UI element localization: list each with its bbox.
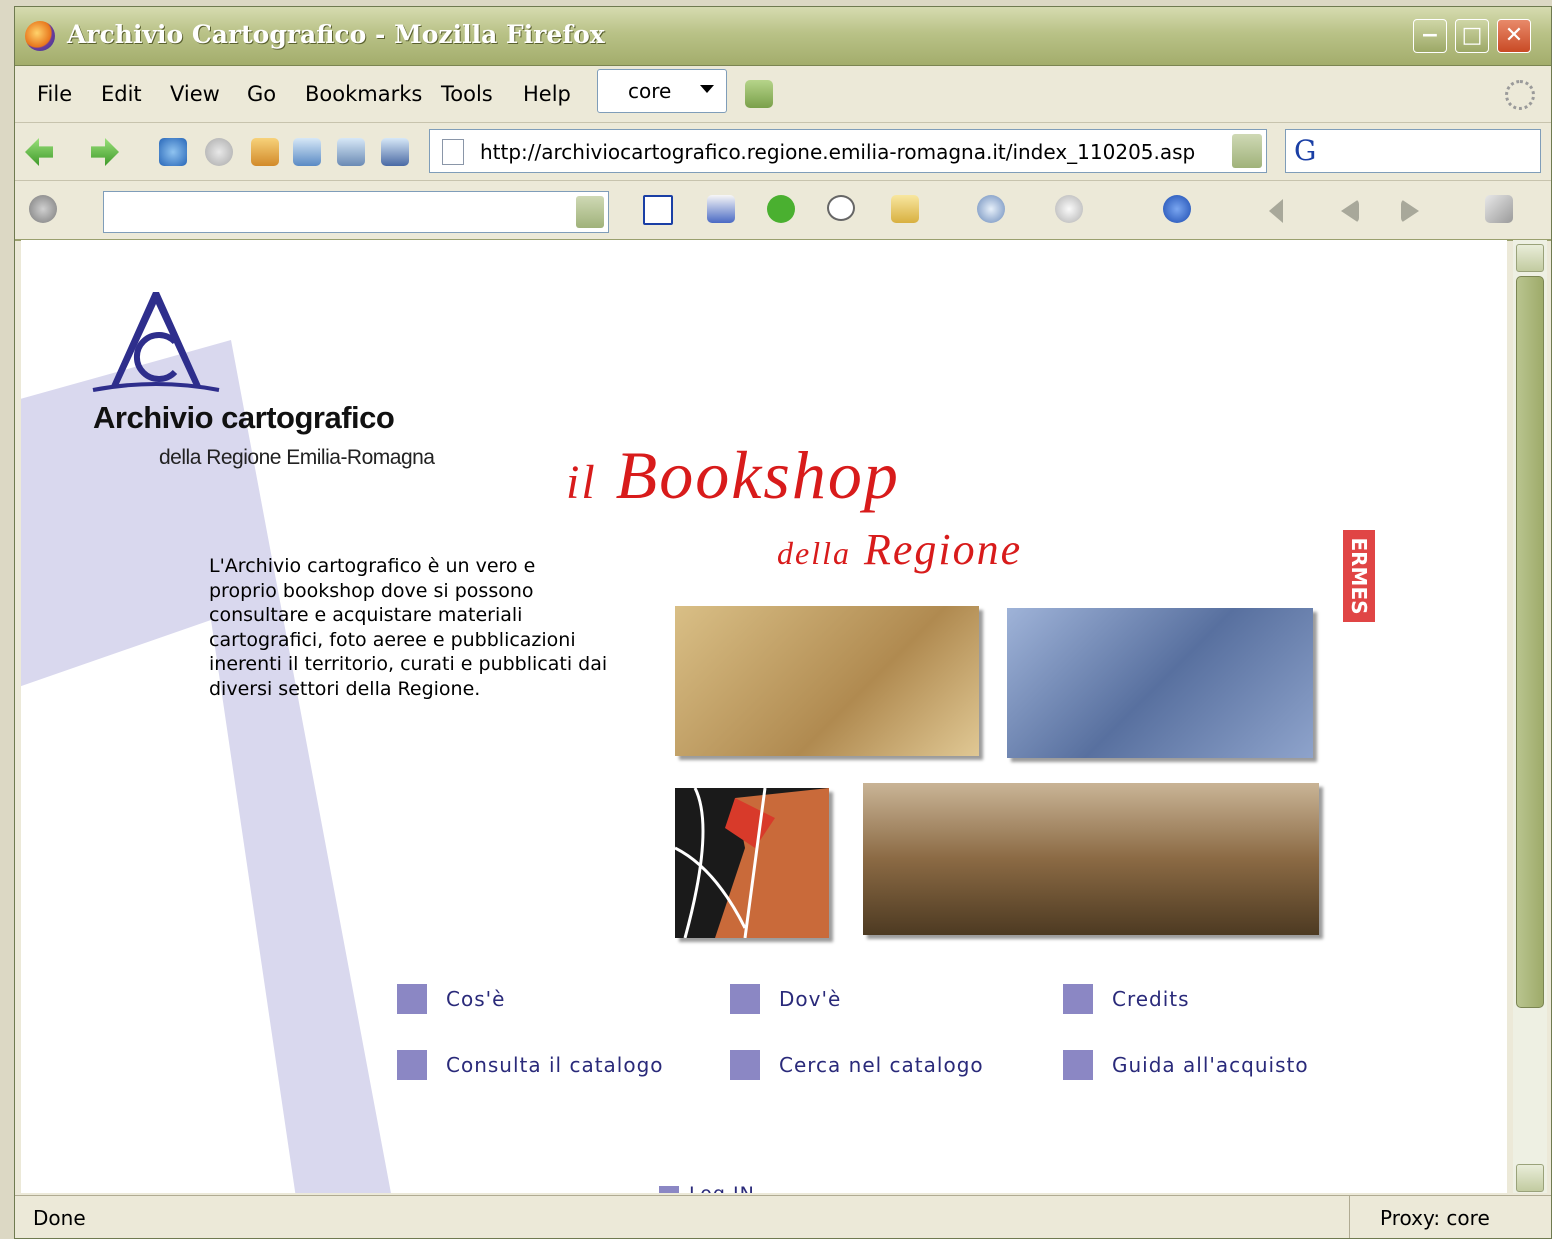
- bullet-square: [1063, 984, 1093, 1014]
- back-icon[interactable]: [25, 138, 53, 166]
- bullet-square: [1063, 1050, 1093, 1080]
- link-label: Guida all'acquisto: [1112, 1053, 1309, 1077]
- proxy-status[interactable]: Proxy: core: [1349, 1196, 1509, 1238]
- page-content: Archivio cartografico della Regione Emil…: [21, 240, 1507, 1193]
- comment-icon[interactable]: [827, 195, 855, 221]
- menu-tools[interactable]: Tools: [441, 82, 493, 106]
- headline-bookshop: Bookshop: [615, 437, 900, 513]
- first-icon[interactable]: [1269, 199, 1283, 223]
- scroll-thumb[interactable]: [1516, 276, 1544, 1008]
- throbber-icon: [1505, 80, 1535, 110]
- vertical-scrollbar[interactable]: [1513, 240, 1547, 1193]
- archivio-logo: [92, 292, 220, 392]
- new-window-icon[interactable]: [337, 138, 365, 166]
- headline-il: il: [566, 456, 597, 509]
- pagerank-icon[interactable]: [707, 195, 735, 223]
- logo-title: Archivio cartografico: [93, 400, 395, 435]
- aerial-photo-image: [1007, 608, 1313, 758]
- bookshop-headline: il Bookshop: [566, 436, 900, 515]
- link-label: Cerca nel catalogo: [779, 1053, 984, 1077]
- highlighter-icon[interactable]: [1485, 195, 1513, 223]
- previous-icon[interactable]: [1341, 199, 1359, 223]
- zoom-icon[interactable]: [977, 195, 1005, 223]
- browser-window: Archivio Cartografico - Mozilla Firefox …: [14, 6, 1552, 1239]
- bullet-square: [397, 984, 427, 1014]
- stop-icon[interactable]: [205, 138, 233, 166]
- maximize-button[interactable]: □: [1455, 19, 1489, 53]
- page-icon: [442, 139, 464, 165]
- menu-help[interactable]: Help: [523, 82, 571, 106]
- clover-icon[interactable]: [767, 195, 795, 223]
- scroll-down-button[interactable]: [1516, 1164, 1544, 1192]
- profile-manager-icon[interactable]: [745, 80, 773, 108]
- ermes-label: ERMES: [1347, 537, 1371, 615]
- link-label: Dov'è: [779, 987, 842, 1011]
- new-tab-icon[interactable]: [293, 138, 321, 166]
- address-dropdown-button[interactable]: [1232, 134, 1262, 168]
- home-icon[interactable]: [251, 138, 279, 166]
- link-label: Consulta il catalogo: [446, 1053, 664, 1077]
- description-text: L'Archivio cartografico è un vero e prop…: [209, 555, 608, 700]
- google-menu-icon[interactable]: [29, 195, 57, 223]
- login-label: Log IN: [689, 1183, 755, 1193]
- minimize-button[interactable]: −: [1413, 19, 1447, 53]
- menu-file[interactable]: File: [37, 82, 72, 106]
- menu-view[interactable]: View: [170, 82, 220, 106]
- menu-bookmarks[interactable]: Bookmarks: [305, 82, 422, 106]
- link-label: Cos'è: [446, 987, 506, 1011]
- chevron-down-icon: [700, 85, 714, 93]
- menu-edit[interactable]: Edit: [101, 82, 142, 106]
- next-icon[interactable]: [1401, 199, 1419, 223]
- ermes-logo[interactable]: ERMES: [1343, 530, 1375, 622]
- forward-icon[interactable]: [91, 138, 119, 166]
- menu-bar: File Edit View Go Bookmarks Tools Help: [15, 66, 1551, 123]
- subheadline-della: della: [777, 535, 851, 571]
- landscape-photo-image: [863, 783, 1319, 935]
- google-search-icon: G: [1294, 134, 1317, 167]
- bullet-square: [397, 1050, 427, 1080]
- window-title: Archivio Cartografico - Mozilla Firefox: [67, 20, 605, 49]
- bullet-square: [730, 984, 760, 1014]
- close-button[interactable]: ✕: [1497, 19, 1531, 53]
- firefox-icon: [25, 21, 55, 51]
- google-search-dropdown[interactable]: [576, 196, 604, 228]
- google-search-button-icon[interactable]: [643, 195, 673, 225]
- status-bar: Done Proxy: core: [15, 1195, 1551, 1238]
- geological-map-image: [675, 606, 979, 756]
- bookmarks-sidebar-icon[interactable]: [381, 138, 409, 166]
- dictionary-icon[interactable]: [891, 195, 919, 223]
- minimize-icon: −: [1420, 23, 1440, 48]
- close-icon: ✕: [1504, 23, 1524, 48]
- link-label: Credits: [1112, 987, 1190, 1011]
- menu-go[interactable]: Go: [247, 82, 276, 106]
- search-field[interactable]: G: [1285, 129, 1541, 173]
- logo-subtitle: della Regione Emilia-Romagna: [159, 446, 435, 469]
- bullet-square: [730, 1050, 760, 1080]
- bullet-square: [659, 1186, 679, 1193]
- status-text: Done: [33, 1206, 86, 1230]
- maximize-icon: □: [1461, 23, 1483, 48]
- title-bar: Archivio Cartografico - Mozilla Firefox …: [15, 7, 1551, 66]
- subheadline-regione: Regione: [863, 525, 1023, 574]
- profile-select[interactable]: core: [597, 69, 727, 113]
- address-bar[interactable]: http://archiviocartografico.regione.emil…: [429, 129, 1267, 173]
- profile-select-value: core: [628, 79, 672, 103]
- info-icon[interactable]: [1163, 195, 1191, 223]
- city-map-image: [674, 787, 829, 939]
- address-url: http://archiviocartografico.regione.emil…: [480, 140, 1196, 164]
- reload-icon[interactable]: [159, 138, 187, 166]
- cursor-icon[interactable]: [1055, 195, 1083, 223]
- google-search-input[interactable]: [103, 191, 609, 233]
- proxy-label: Proxy: core: [1380, 1206, 1490, 1230]
- scroll-up-button[interactable]: [1516, 244, 1544, 272]
- bookshop-subheadline: della Regione: [777, 524, 1022, 575]
